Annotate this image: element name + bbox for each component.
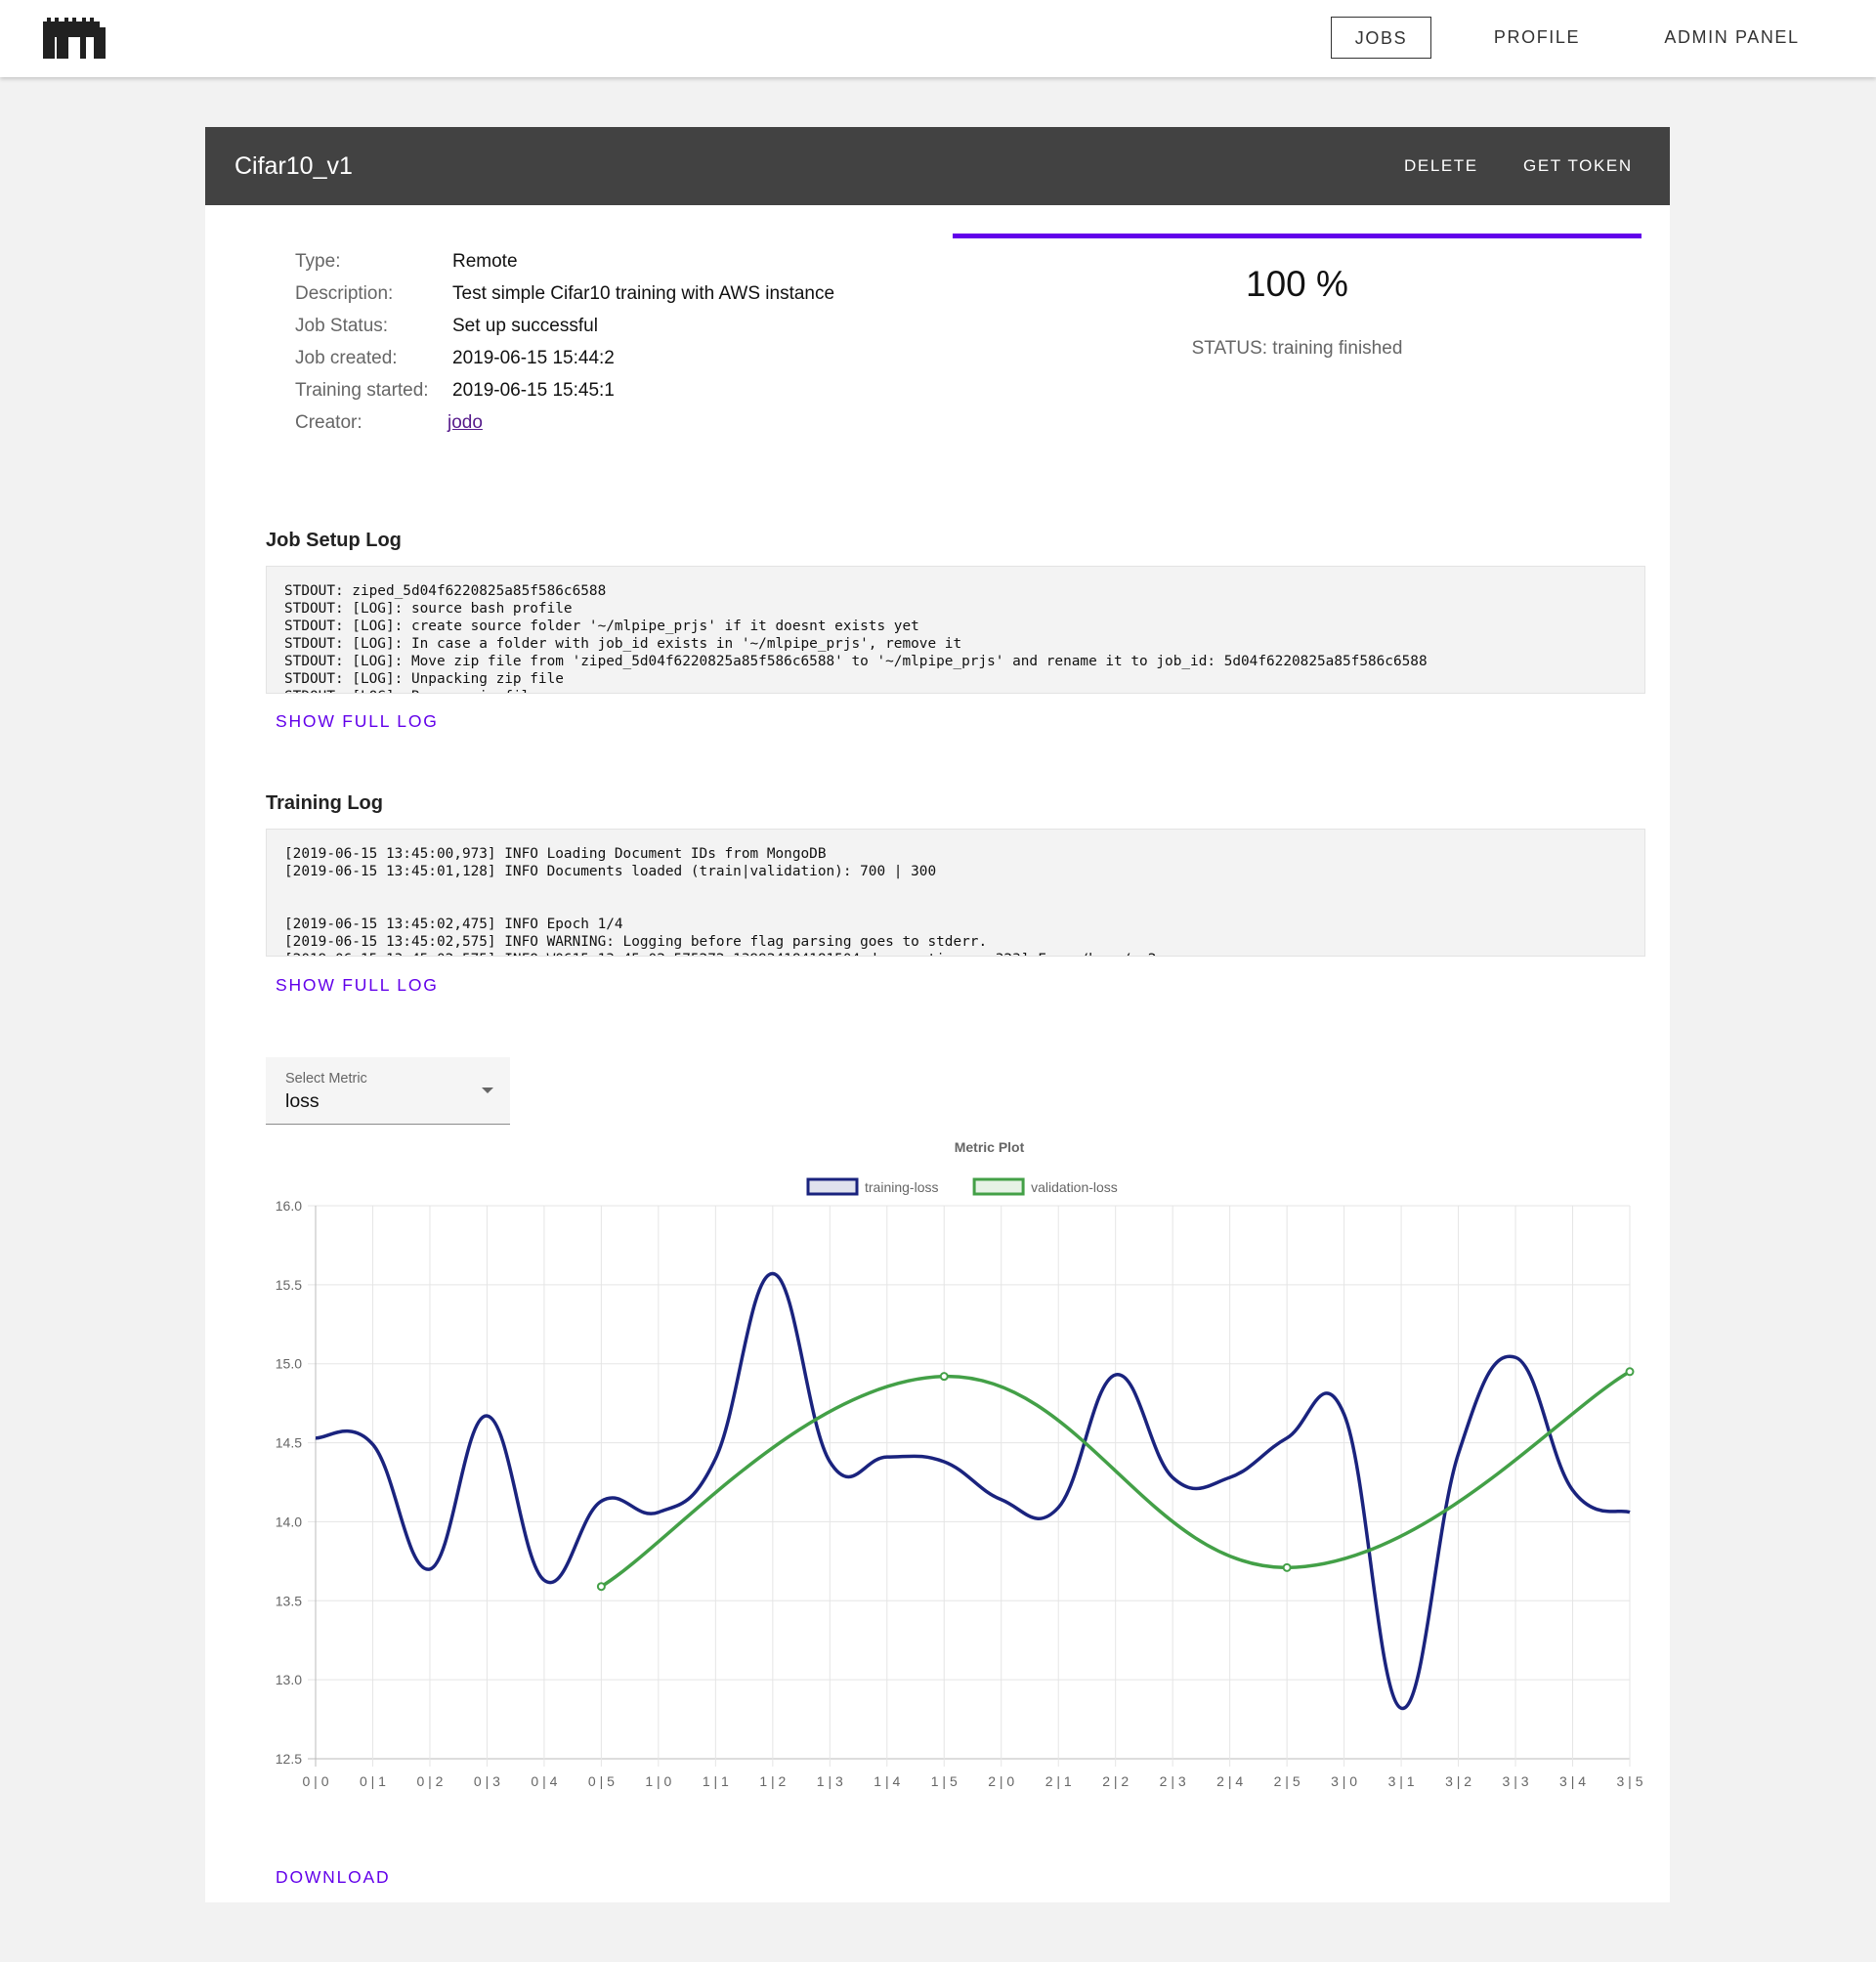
x-tick-label: 2 | 3 (1160, 1773, 1186, 1789)
download-button[interactable]: DOWNLOAD (276, 1867, 390, 1888)
legend-label: training-loss (865, 1179, 938, 1195)
series-line-training-loss (315, 1271, 1631, 1711)
x-tick-label: 0 | 4 (531, 1773, 557, 1789)
x-tick-label: 1 | 3 (817, 1773, 843, 1789)
x-tick-label: 3 | 4 (1559, 1773, 1586, 1789)
x-tick-label: 2 | 0 (988, 1773, 1014, 1789)
x-tick-label: 2 | 5 (1274, 1773, 1300, 1789)
y-tick-label: 13.5 (276, 1593, 302, 1608)
x-tick-label: 0 | 0 (303, 1773, 329, 1789)
x-tick-label: 3 | 0 (1331, 1773, 1357, 1789)
y-tick-label: 14.5 (276, 1435, 302, 1451)
metric-plot: Metric Plot training-loss validation-loss 1… (276, 1139, 1643, 1789)
logo-icon[interactable] (43, 18, 106, 59)
x-tick-label: 0 | 1 (360, 1773, 386, 1789)
y-tick-label: 15.0 (276, 1356, 302, 1372)
x-tick-label: 0 | 2 (416, 1773, 443, 1789)
x-tick-label: 1 | 4 (874, 1773, 900, 1789)
y-tick-label: 15.5 (276, 1277, 302, 1293)
data-point (596, 1582, 606, 1592)
x-tick-label: 3 | 2 (1445, 1773, 1471, 1789)
y-tick-label: 12.5 (276, 1751, 302, 1767)
y-tick-label: 13.0 (276, 1672, 302, 1687)
x-tick-label: 3 | 1 (1388, 1773, 1415, 1789)
y-tick-label: 16.0 (276, 1198, 302, 1214)
legend-swatch (972, 1177, 1025, 1196)
x-tick-label: 2 | 1 (1045, 1773, 1072, 1789)
x-tick-label: 1 | 0 (645, 1773, 671, 1789)
legend-swatch (806, 1177, 859, 1196)
y-tick-label: 14.0 (276, 1514, 302, 1529)
x-tick-label: 0 | 5 (588, 1773, 615, 1789)
chart-title: Metric Plot (955, 1139, 1025, 1155)
data-point (1625, 1367, 1635, 1377)
nav-admin-panel-button[interactable]: ADMIN PANEL (1651, 17, 1812, 59)
x-tick-label: 2 | 2 (1102, 1773, 1129, 1789)
x-tick-label: 3 | 3 (1503, 1773, 1529, 1789)
x-tick-label: 1 | 2 (759, 1773, 786, 1789)
legend-item-training-loss: training-loss (806, 1177, 938, 1196)
job-card: Cifar10_v1 DELETE GET TOKEN Type: Remote… (205, 127, 1670, 1902)
nav-profile-button[interactable]: PROFILE (1478, 17, 1596, 59)
app-bar: JOBS PROFILE ADMIN PANEL (0, 0, 1876, 77)
data-point (939, 1372, 949, 1382)
legend-label: validation-loss (1031, 1179, 1118, 1195)
x-tick-label: 0 | 3 (474, 1773, 500, 1789)
x-tick-label: 3 | 5 (1617, 1773, 1643, 1789)
nav-jobs-button[interactable]: JOBS (1331, 17, 1431, 59)
legend-item-validation-loss: validation-loss (972, 1177, 1118, 1196)
x-tick-label: 2 | 4 (1216, 1773, 1243, 1789)
data-point (1282, 1562, 1292, 1572)
x-tick-label: 1 | 5 (931, 1773, 958, 1789)
x-tick-label: 1 | 1 (703, 1773, 729, 1789)
